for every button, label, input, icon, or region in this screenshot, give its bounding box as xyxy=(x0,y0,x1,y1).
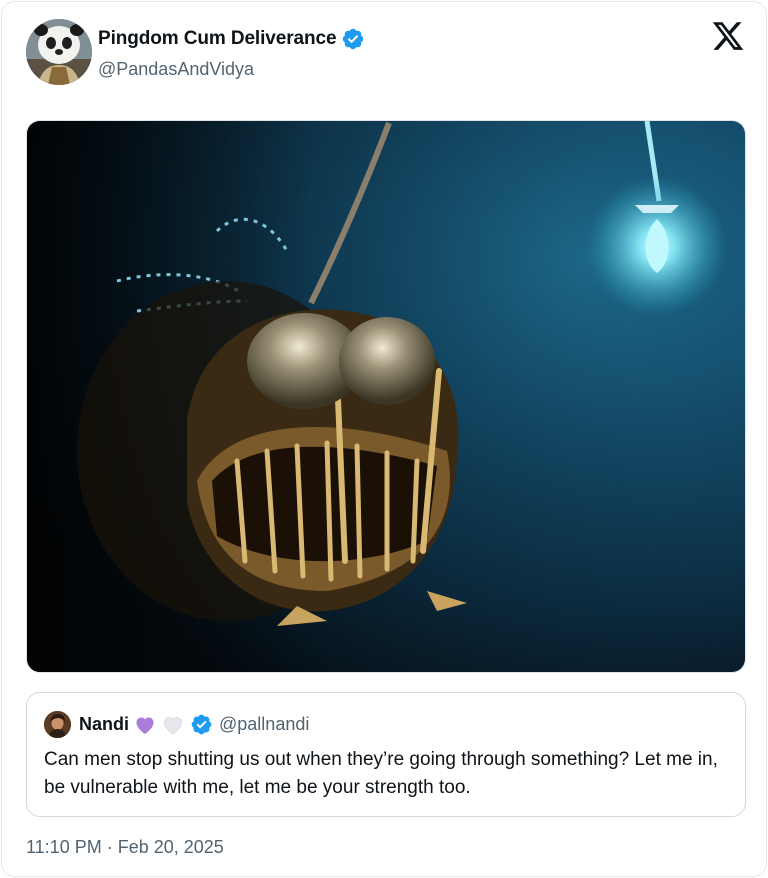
author-display-name[interactable]: Pingdom Cum Deliverance xyxy=(98,28,337,50)
purple-heart-icon xyxy=(133,713,157,737)
tweet-timestamp[interactable]: 11:10 PM · Feb 20, 2025 xyxy=(26,837,224,858)
tweet-card: Pingdom Cum Deliverance @PandasAndVidya xyxy=(1,1,767,877)
quoted-tweet-text: Can men stop shutting us out when they’r… xyxy=(44,749,718,798)
quoted-author-handle[interactable]: @pallnandi xyxy=(219,714,309,735)
quoted-author-avatar[interactable] xyxy=(44,711,71,738)
quoted-verified-badge-icon xyxy=(190,713,213,736)
verified-badge-icon xyxy=(341,27,365,51)
author-avatar[interactable] xyxy=(26,19,92,85)
quoted-tweet[interactable]: Nandi @pallnandi Can men stop shutting u… xyxy=(26,692,746,817)
quoted-tweet-header: Nandi @pallnandi xyxy=(79,711,309,738)
author-name-row: Pingdom Cum Deliverance xyxy=(98,27,365,51)
x-logo-icon[interactable] xyxy=(711,19,745,53)
tweet-media-image[interactable] xyxy=(26,120,746,673)
quoted-author-name[interactable]: Nandi xyxy=(79,714,129,735)
anglerfish-image xyxy=(27,121,745,672)
white-heart-icon xyxy=(161,713,185,737)
author-handle[interactable]: @PandasAndVidya xyxy=(98,59,254,80)
